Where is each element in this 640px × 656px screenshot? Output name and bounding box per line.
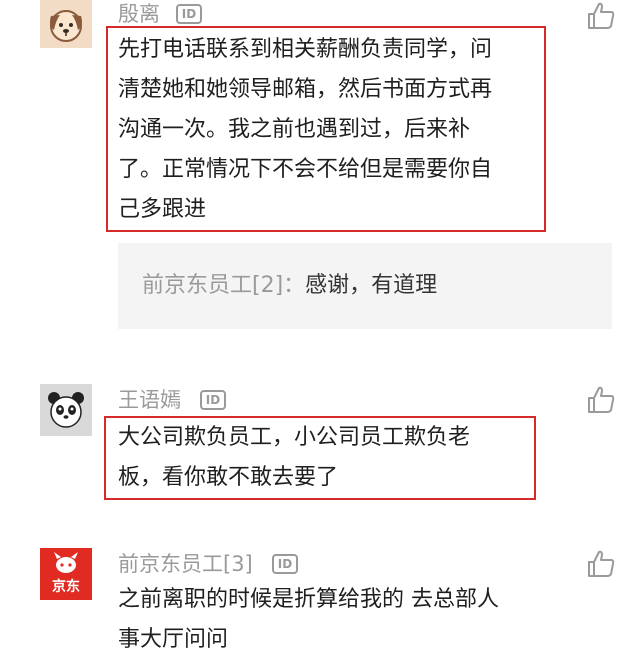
jd-logo-text: 京东 — [52, 579, 80, 595]
comment-text-line: 大公司欺负员工，小公司员工欺负老 — [118, 425, 471, 450]
comment-username[interactable]: 殷离 — [118, 2, 160, 26]
jd-logo-avatar-icon[interactable]: 京东 — [40, 548, 92, 600]
comment-text-line: 之前离职的时候是折算给我的 去总部人 — [118, 587, 499, 612]
reply-text: 感谢，有道理 — [305, 273, 438, 298]
dog-avatar-icon[interactable] — [40, 0, 92, 48]
comment-username[interactable]: 王语嫣 — [118, 388, 181, 412]
comment-text-line: 板，看你敢不敢去要了 — [118, 465, 339, 490]
id-badge-icon: ID — [176, 4, 202, 24]
id-badge-icon: ID — [272, 554, 298, 574]
comment-text-line: 清楚她和她领导邮箱，然后书面方式再 — [118, 77, 493, 102]
comment-text: 先打电话联系到相关薪酬负责同学，问 清楚她和她领导邮箱，然后书面方式再 沟通一次… — [118, 30, 492, 230]
reply-author[interactable]: 前京东员工[2]： — [142, 273, 305, 298]
thumbs-up-icon[interactable] — [585, 0, 617, 32]
reply-preview[interactable]: 前京东员工[2]：感谢，有道理 — [118, 243, 612, 329]
comment-text: 大公司欺负员工，小公司员工欺负老 板，看你敢不敢去要了 — [118, 418, 470, 498]
id-badge-icon: ID — [200, 390, 226, 410]
thumbs-up-icon[interactable] — [585, 548, 617, 580]
comment-text-line: 了。正常情况下不会不给但是需要你自 — [118, 157, 493, 182]
comment-text-line: 先打电话联系到相关薪酬负责同学，问 — [118, 37, 493, 62]
comment-text-line: 沟通一次。我之前也遇到过，后来补 — [118, 117, 471, 142]
comment-text-line: 事大厅问问 — [118, 627, 229, 652]
thumbs-up-icon[interactable] — [585, 384, 617, 416]
comment-text: 之前离职的时候是折算给我的 去总部人 事大厅问问 — [118, 580, 499, 656]
comment-text-line: 己多跟进 — [118, 197, 207, 222]
panda-avatar-icon[interactable] — [40, 384, 92, 436]
comment-username[interactable]: 前京东员工[3] — [118, 552, 253, 576]
